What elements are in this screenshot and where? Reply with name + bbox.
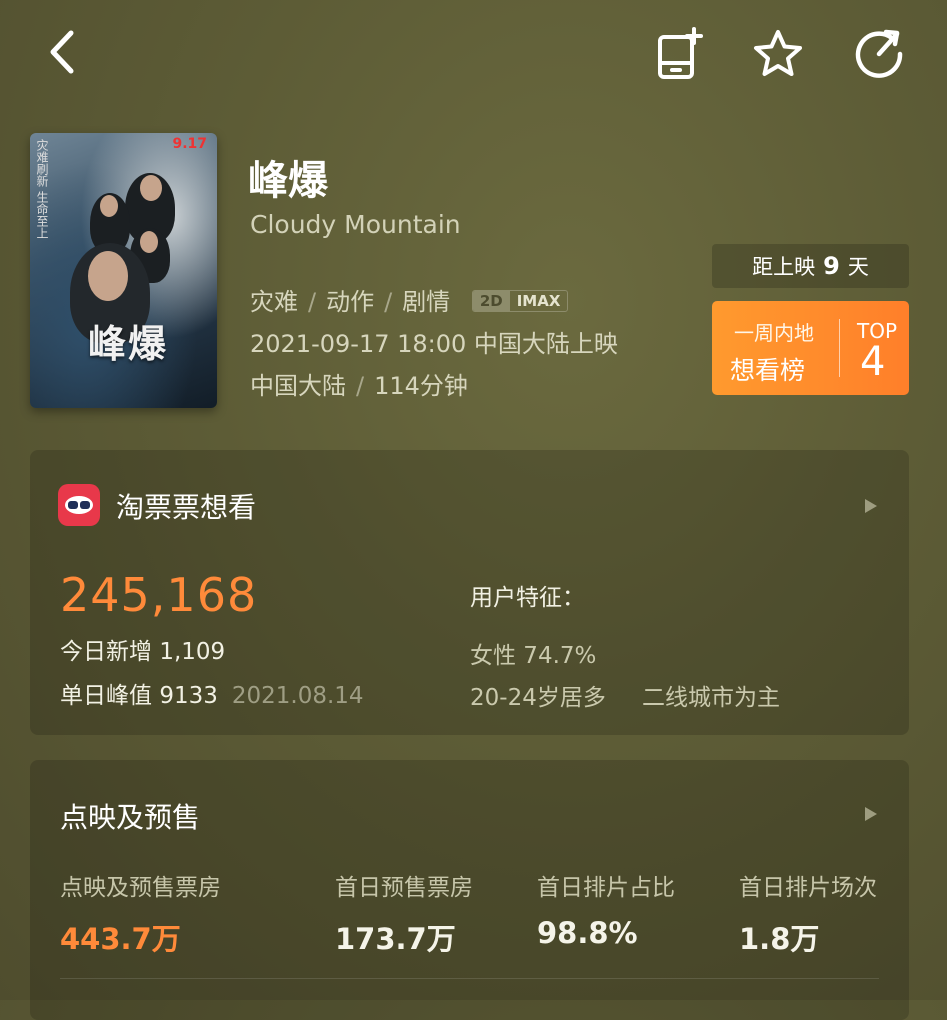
today-new-wishes: 今日新增 1,109 xyxy=(60,639,226,665)
separator: / xyxy=(384,288,393,316)
genre-tag: 灾难 xyxy=(250,288,298,316)
separator: / xyxy=(308,288,317,316)
release-countdown: 距上映 9 天 xyxy=(712,244,909,288)
presale-card[interactable]: 点映及预售 点映及预售票房 443.7万 首日预售票房 173.7万 首日排片占… xyxy=(30,760,909,1020)
stat-value: 1.8万 xyxy=(739,922,820,956)
star-outline-icon xyxy=(754,30,802,76)
poster-face xyxy=(100,195,118,217)
presale-card-title: 点映及预售 xyxy=(60,801,201,834)
daily-peak: 单日峰值 9133 2021.08.14 xyxy=(60,683,364,709)
poster-date: 9.17 xyxy=(172,136,207,152)
movie-poster[interactable]: 灾难刷新 生命至上 9.17 峰爆 xyxy=(30,133,217,408)
presale-stat: 首日排片场次 1.8万 xyxy=(739,868,877,958)
stat-value: 98.8% xyxy=(537,916,638,950)
divider xyxy=(60,978,879,979)
wish-card-title: 淘票票想看 xyxy=(116,491,257,524)
movie-title: 峰爆 xyxy=(248,158,328,204)
poster-tagline: 灾难刷新 生命至上 xyxy=(35,139,49,239)
wish-ranking-badge[interactable]: 一周内地 想看榜 TOP 4 xyxy=(712,301,909,395)
top-navigation-bar xyxy=(0,0,947,110)
stat-label: 点映及预售票房 xyxy=(60,875,221,901)
play-arrow-icon[interactable] xyxy=(865,807,877,821)
add-to-calendar-button[interactable] xyxy=(650,24,710,84)
format-badge: 2D IMAX xyxy=(471,290,569,312)
taopiaopiao-logo-icon xyxy=(58,484,100,526)
stat-label: 首日预售票房 xyxy=(335,875,473,901)
ranking-divider xyxy=(839,319,840,377)
region-duration: 中国大陆 / 114分钟 xyxy=(250,366,468,401)
countdown-prefix: 距上映 xyxy=(752,255,816,279)
presale-stat: 点映及预售票房 443.7万 xyxy=(60,868,221,958)
stat-value: 173.7万 xyxy=(335,922,456,956)
ranking-name: 想看榜 xyxy=(730,356,806,385)
stat-value: 443.7万 xyxy=(60,922,181,956)
separator: / xyxy=(356,372,365,400)
release-info: 2021-09-17 18:00 中国大陆上映 xyxy=(250,330,618,358)
poster-title: 峰爆 xyxy=(88,321,169,366)
poster-face xyxy=(140,175,162,201)
poster-face xyxy=(88,251,128,301)
format-2d: 2D xyxy=(472,291,510,311)
stat-label: 首日排片场次 xyxy=(739,875,877,901)
share-button[interactable] xyxy=(850,24,910,84)
presale-stat: 首日排片占比 98.8% xyxy=(537,868,675,950)
countdown-suffix: 天 xyxy=(847,255,869,279)
duration: 114分钟 xyxy=(374,372,468,400)
age-feature: 20-24岁居多 xyxy=(470,685,606,711)
genre-tag: 动作 xyxy=(326,288,375,316)
add-to-calendar-icon xyxy=(658,27,703,79)
movie-title-english: Cloudy Mountain xyxy=(250,210,461,239)
presale-stat: 首日预售票房 173.7万 xyxy=(335,868,473,958)
wish-card[interactable]: 淘票票想看 245,168 今日新增 1,109 单日峰值 9133 2021.0… xyxy=(30,450,909,735)
peak-date: 2021.08.14 xyxy=(231,683,364,709)
countdown-days: 9 xyxy=(823,252,840,280)
movie-genres: 灾难 / 动作 / 剧情 2D IMAX xyxy=(250,282,569,317)
user-features-title: 用户特征： xyxy=(470,585,585,611)
gender-feature: 女性 74.7% xyxy=(470,643,597,669)
region: 中国大陆 xyxy=(250,372,346,400)
play-arrow-icon[interactable] xyxy=(865,499,877,513)
city-feature: 二线城市为主 xyxy=(642,685,780,711)
chevron-left-icon xyxy=(50,30,74,74)
format-imax: IMAX xyxy=(516,292,561,310)
share-icon xyxy=(855,29,903,78)
wish-total: 245,168 xyxy=(60,568,258,622)
favorite-button[interactable] xyxy=(748,24,808,84)
stat-label: 首日排片占比 xyxy=(537,875,675,901)
ranking-scope: 一周内地 xyxy=(734,321,814,345)
genre-tag: 剧情 xyxy=(402,288,451,316)
back-button[interactable] xyxy=(34,24,90,80)
poster-face xyxy=(140,231,158,253)
ranking-number: 4 xyxy=(860,339,886,385)
